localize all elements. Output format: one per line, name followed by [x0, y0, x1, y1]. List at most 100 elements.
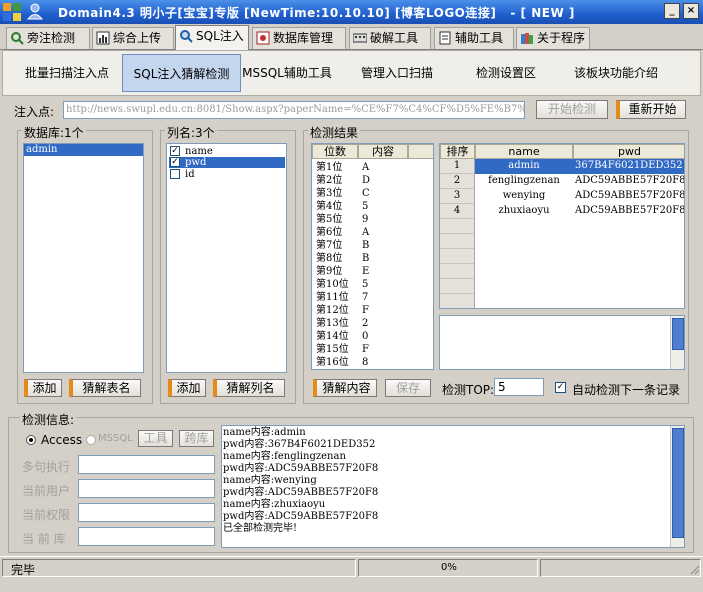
mssql-radio[interactable]	[86, 435, 96, 445]
save-button[interactable]: 保存	[385, 379, 431, 397]
guess-columns-button[interactable]: 猜解列名	[213, 379, 285, 397]
current-perm-field[interactable]	[78, 503, 215, 522]
rec-index-column: 1234	[440, 159, 475, 308]
inject-url-input[interactable]: http://news.swupl.edu.cn:8081/Show.aspx?…	[63, 101, 525, 119]
minimize-button[interactable]: _	[664, 3, 680, 19]
row-index-cell	[440, 219, 474, 234]
column-name-label: name	[185, 146, 213, 157]
log-line: name内容:zhuxiaoyu	[223, 499, 326, 510]
record-row[interactable]: wenying ADC59ABBE57F20F8	[475, 189, 684, 204]
position-content: F	[362, 343, 369, 355]
guess-tables-button[interactable]: 猜解表名	[69, 379, 141, 397]
tab-crack-tools[interactable]: 破解工具	[349, 27, 431, 49]
restart-button[interactable]: 重新开始	[616, 100, 686, 119]
tool-button[interactable]: 工具	[138, 430, 173, 447]
status-extra-pane	[540, 559, 701, 577]
record-pwd: ADC59ABBE57F20F8	[575, 205, 685, 216]
log-scrollbar[interactable]	[670, 426, 684, 547]
subtab-intro[interactable]: 该板块功能介绍	[565, 54, 667, 92]
position-content: E	[362, 265, 370, 277]
columns-list[interactable]: ✓ name ✓ pwd id	[166, 143, 287, 373]
position-row[interactable]: 第14位 0	[312, 330, 408, 343]
position-row[interactable]: 第15位 F	[312, 343, 408, 356]
log-line: pwd内容:ADC59ABBE57F20F8	[223, 463, 379, 474]
subtab-mssql-tools[interactable]: MSSQL辅助工具	[241, 54, 333, 92]
info-title: 检测信息:	[20, 411, 77, 428]
subtab-settings[interactable]: 检测设置区	[463, 54, 549, 92]
record-row[interactable]: zhuxiaoyu ADC59ABBE57F20F8	[475, 204, 685, 219]
auto-next-checkbox[interactable]: ✓	[555, 382, 566, 393]
column-item-id[interactable]: id	[169, 169, 285, 180]
top-input[interactable]: 5	[494, 378, 544, 396]
top-label: 检测TOP:	[442, 383, 495, 397]
position-row[interactable]: 第9位 E	[312, 265, 408, 278]
position-row[interactable]: 第2位 D	[312, 174, 408, 187]
subtab-batch-scan[interactable]: 批量扫描注入点	[13, 54, 121, 92]
access-label: Access	[41, 433, 83, 447]
current-db-field[interactable]	[78, 527, 215, 546]
database-title: 数据库:1个	[22, 124, 86, 141]
title-bar[interactable]: Domain4.3 明小子[宝宝]专版 [NewTime:10.10.10] […	[0, 0, 703, 24]
record-pwd: 367B4F6021DED352	[575, 160, 683, 171]
pwd-checkbox[interactable]: ✓	[170, 157, 180, 167]
position-row[interactable]: 第8位 B	[312, 252, 408, 265]
main-tab-strip: 旁注检测 综合上传 SQL注入 数据库管理 破解工具 辅助工具 关于程序	[0, 24, 703, 50]
name-checkbox[interactable]: ✓	[170, 146, 180, 156]
position-digit: 第9位	[316, 265, 343, 277]
position-row[interactable]: 第7位 B	[312, 239, 408, 252]
tab-label: SQL注入	[196, 29, 244, 43]
tab-upload[interactable]: 综合上传	[92, 27, 174, 49]
position-row[interactable]: 第5位 9	[312, 213, 408, 226]
result-detail-scrollbar[interactable]	[670, 316, 684, 369]
position-row[interactable]: 第3位 C	[312, 187, 408, 200]
guess-content-button[interactable]: 猜解内容	[313, 379, 377, 397]
status-bar: 完毕 0%	[0, 556, 703, 578]
database-list[interactable]: admin	[23, 143, 144, 373]
start-detect-button[interactable]: 开始检测	[536, 100, 608, 119]
tab-helper-tools[interactable]: 辅助工具	[434, 27, 514, 49]
add-column-button[interactable]: 添加	[168, 379, 206, 397]
row-index-cell: 4	[440, 204, 474, 219]
position-content: 5	[362, 278, 369, 290]
current-user-field[interactable]	[78, 479, 215, 498]
position-digit: 第10位	[316, 278, 349, 290]
record-name: wenying	[502, 190, 546, 201]
log-output[interactable]: name内容:admin pwd内容:367B4F6021DED352 name内容…	[221, 425, 685, 548]
position-row[interactable]: 第1位 A	[312, 161, 408, 174]
tab-about[interactable]: 关于程序	[516, 27, 590, 49]
record-row[interactable]: admin 367B4F6021DED352	[475, 159, 684, 174]
position-row[interactable]: 第6位 A	[312, 226, 408, 239]
record-row[interactable]: fenglingzenan ADC59ABBE57F20F8	[475, 174, 684, 189]
access-radio[interactable]	[26, 435, 36, 445]
id-checkbox[interactable]	[170, 169, 180, 179]
position-content: 2	[362, 317, 369, 329]
column-item-pwd[interactable]: ✓ pwd	[169, 157, 285, 168]
result-detail-box[interactable]	[439, 315, 685, 370]
subtab-admin-scan[interactable]: 管理入口扫描	[351, 54, 443, 92]
rec-header-pwd: pwd	[573, 144, 684, 159]
position-digit: 第13位	[316, 317, 349, 329]
resize-grip-icon[interactable]	[688, 563, 700, 575]
position-row[interactable]: 第16位 8	[312, 356, 408, 369]
tab-database-manage[interactable]: 数据库管理	[252, 27, 346, 49]
column-item-name[interactable]: ✓ name	[169, 146, 285, 157]
subtab-sql-guess[interactable]: SQL注入猜解检测	[122, 54, 241, 92]
tab-label: 关于程序	[537, 31, 586, 45]
position-row[interactable]: 第11位 7	[312, 291, 408, 304]
position-row[interactable]: 第13位 2	[312, 317, 408, 330]
multi-exec-input[interactable]	[78, 455, 215, 474]
add-database-button[interactable]: 添加	[24, 379, 62, 397]
position-row[interactable]: 第10位 5	[312, 278, 408, 291]
cross-db-button[interactable]: 跨库	[179, 430, 214, 447]
close-button[interactable]: ×	[683, 3, 699, 19]
list-item[interactable]: admin	[24, 144, 143, 156]
position-row[interactable]: 第4位 5	[312, 200, 408, 213]
position-row[interactable]: 第12位 F	[312, 304, 408, 317]
tab-sql-injection[interactable]: SQL注入	[175, 25, 249, 50]
position-rows: 第1位 A 第2位 D 第3位 C 第4位 5 第5位 9 第6位 A 第7位 B 第8位 B 第9位 E 第10位…	[312, 161, 408, 369]
tab-side-detection[interactable]: 旁注检测	[6, 27, 90, 49]
tab-label: 辅助工具	[455, 31, 504, 45]
position-table[interactable]: 位数 内容 第1位 A 第2位 D 第3位 C 第4位 5 第5位 9 第6位 A 第7位 B 第8位 B 第9…	[311, 143, 434, 370]
position-content: 9	[362, 213, 369, 225]
record-table[interactable]: 排序 name pwd 1234 admin 367B4F6021DED352 fe…	[439, 143, 685, 309]
